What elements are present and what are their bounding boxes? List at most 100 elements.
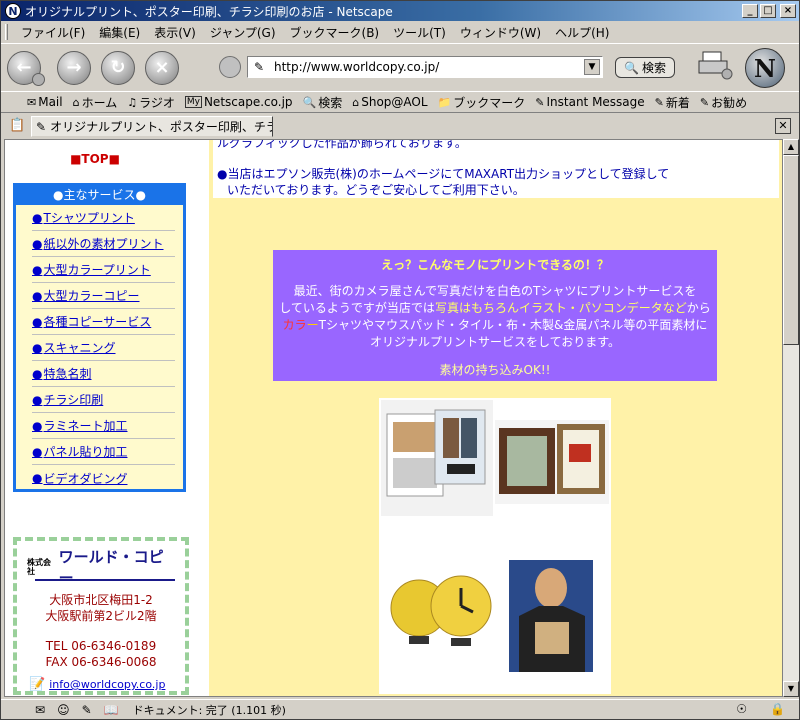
menu-window[interactable]: ウィンドウ(W) (453, 24, 548, 41)
logo-underline (35, 579, 175, 581)
connection-icon: ☉ (736, 702, 747, 716)
maximize-button[interactable]: □ (760, 4, 776, 18)
promo-body: 最近、街のカメラ屋さんで写真だけを白色のTシャツにプリントサービスを しているよ… (279, 284, 711, 349)
main-content: ルグラフィックした作品が飾られております。 ●当店はエプソン販売(株)のホームペ… (209, 140, 782, 696)
notice-line-1: ●当店はエプソン販売(株)のホームページにてMAXART出力ショップとして登録し… (217, 167, 670, 181)
print-icon[interactable] (697, 50, 733, 80)
menu-tools[interactable]: ツール(T) (386, 24, 453, 41)
email-link[interactable]: info@worldcopy.co.jp (49, 678, 165, 691)
bookmark-icon: 📁 (437, 95, 452, 109)
phone-number: TEL 06-6346-0189 (45, 639, 157, 653)
pb-recommended[interactable]: ✎ お勧め (700, 94, 747, 111)
back-button[interactable]: ← (7, 50, 45, 86)
url-text: http://www.worldcopy.co.jp/ (274, 60, 440, 74)
pb-bookmarks[interactable]: 📁 ブックマーク (438, 94, 526, 111)
promo-box: えっ？こんなモノにプリントできるの！？ 最近、街のカメラ屋さんで写真だけを白色の… (273, 250, 717, 381)
menu-go[interactable]: ジャンプ(G) (203, 24, 283, 41)
new-tab-icon[interactable]: 📋 (9, 118, 25, 133)
link-icon: ✎ (535, 95, 545, 109)
back-arrow-icon: ← (16, 57, 32, 78)
netscape-logo[interactable]: N (745, 48, 785, 88)
minimize-button[interactable]: _ (742, 4, 758, 18)
title-bar: N オリジナルプリント、ポスター印刷、チラシ印刷のお店 - Netscape _… (1, 1, 799, 21)
address-line-1: 大阪市北区梅田1-2 (49, 593, 153, 607)
menu-edit[interactable]: 編集(E) (92, 24, 147, 41)
email-row: 📝 info@worldcopy.co.jp (29, 677, 165, 692)
forward-button[interactable]: → (57, 50, 91, 85)
security-lock-icon[interactable]: 🔒 (770, 702, 785, 716)
service-link-non-paper[interactable]: ● 紙以外の素材プリント (32, 231, 175, 257)
service-link-video[interactable]: ● ビデオダビング (32, 465, 175, 491)
link-icon: ✎ (699, 95, 710, 109)
close-tab-button[interactable]: ✕ (775, 118, 791, 134)
shop-icon: ⌂ (352, 95, 360, 109)
service-link-large-copy[interactable]: ● 大型カラーコピー (32, 283, 175, 309)
home-icon: ⌂ (72, 95, 80, 109)
scroll-up-arrow[interactable]: ▲ (783, 139, 799, 155)
status-aim-icon[interactable]: ☺ (57, 703, 70, 717)
status-mail-icon[interactable]: ✉ (35, 703, 45, 717)
mail-icon: ✉ (27, 95, 37, 109)
url-dropdown-arrow[interactable]: ▼ (584, 59, 600, 75)
framed-panel-photo (495, 420, 609, 504)
tshirt-photo (509, 560, 593, 672)
my-icon: My (184, 96, 202, 108)
url-history-dropdown[interactable] (219, 56, 241, 78)
page-icon: ✎ (254, 60, 265, 74)
menu-bar: ファイル(F) 編集(E) 表示(V) ジャンプ(G) ブックマーク(B) ツー… (1, 22, 799, 42)
service-link-tshirt[interactable]: ● Tシャツプリント (32, 205, 175, 231)
tab-current[interactable]: ✎ オリジナルプリント、ポスター印刷、チラシ印刷... (31, 116, 273, 137)
menu-file[interactable]: ファイル(F) (14, 24, 92, 41)
netscape-app-icon[interactable]: N (5, 3, 21, 19)
page-viewport: ■TOP■ ●主なサービス● ● Tシャツプリント ● 紙以外の素材プリント ● 大型… (4, 139, 783, 697)
menu-help[interactable]: ヘルプ(H) (548, 24, 616, 41)
browser-window: N オリジナルプリント、ポスター印刷、チラシ印刷のお店 - Netscape _… (0, 0, 800, 720)
vertical-scrollbar[interactable]: ▲ ▼ (783, 139, 799, 697)
link-icon: ✎ (654, 95, 664, 109)
clock-photo (387, 566, 493, 656)
magnifier-icon: 🔍 (624, 60, 639, 75)
service-link-large-print[interactable]: ● 大型カラープリント (32, 257, 175, 283)
reload-button[interactable]: ↻ (101, 50, 135, 85)
pb-instant-message[interactable]: ✎ Instant Message (535, 95, 644, 109)
scroll-thumb[interactable] (783, 155, 799, 345)
tab-bar: 📋 ✎ オリジナルプリント、ポスター印刷、チラシ印刷... ✕ (1, 114, 799, 138)
close-button[interactable]: × (780, 4, 796, 18)
pb-whats-new[interactable]: ✎ 新着 (655, 94, 690, 111)
notice-box: ルグラフィックした作品が飾られております。 ●当店はエプソン販売(株)のホームペ… (213, 140, 779, 198)
search-icon: 🔍 (302, 95, 317, 109)
forward-arrow-icon: → (66, 57, 82, 78)
service-link-business-card[interactable]: ● 特急名刺 (32, 361, 175, 387)
notice-cut-text: ルグラフィックした作品が飾られております。 (217, 139, 467, 150)
stop-button[interactable]: × (145, 50, 179, 85)
service-link-scanning[interactable]: ● スキャニング (32, 335, 175, 361)
status-text: ドキュメント: 完了 (1.101 秒) (132, 703, 286, 717)
menu-bookmarks[interactable]: ブックマーク(B) (283, 24, 387, 41)
poster-photo (381, 400, 493, 516)
service-link-panel[interactable]: ● パネル貼り加工 (32, 439, 175, 465)
services-menu: ●主なサービス● ● Tシャツプリント ● 紙以外の素材プリント ● 大型カラープリン… (13, 183, 186, 492)
search-button[interactable]: 🔍 検索 (615, 57, 675, 78)
pb-search[interactable]: 🔍 検索 (303, 94, 343, 111)
stop-icon: × (154, 57, 170, 78)
service-link-copy[interactable]: ● 各種コピーサービス (32, 309, 175, 335)
promo-heading: えっ？こんなモノにプリントできるの！？ (381, 258, 609, 272)
pb-radio[interactable]: ♫ ラジオ (127, 94, 175, 111)
service-link-flyer[interactable]: ● チラシ印刷 (32, 387, 175, 413)
status-addressbook-icon[interactable]: 📖 (104, 703, 119, 717)
status-composer-icon[interactable]: ✎ (82, 703, 92, 717)
promo-note: 素材の持ち込みOK!! (439, 363, 551, 377)
menu-view[interactable]: 表示(V) (147, 24, 203, 41)
company-logo: 株式会社 ワールド・コピー (27, 548, 164, 587)
pb-netscape[interactable]: My Netscape.co.jp (184, 95, 293, 109)
email-icon: 📝 (29, 677, 46, 692)
url-field[interactable]: ✎ http://www.worldcopy.co.jp/ ▼ (247, 56, 603, 78)
pb-shop[interactable]: ⌂ Shop@AOL (352, 95, 427, 109)
service-link-laminate[interactable]: ● ラミネート加工 (32, 413, 175, 439)
pb-home[interactable]: ⌂ ホーム (73, 94, 118, 111)
scroll-down-arrow[interactable]: ▼ (783, 681, 799, 697)
reload-icon: ↻ (110, 57, 126, 78)
pb-mail[interactable]: ✉ Mail (27, 95, 63, 109)
top-link[interactable]: ■TOP■ (5, 152, 185, 166)
toolbar-grip[interactable] (5, 24, 8, 40)
